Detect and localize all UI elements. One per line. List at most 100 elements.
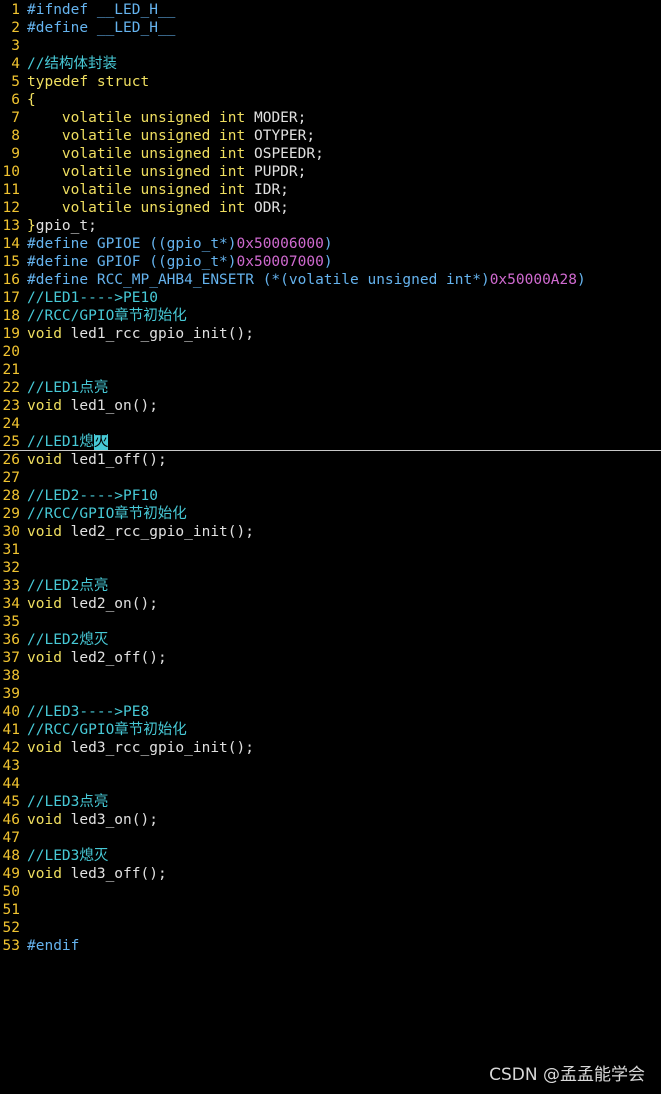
line-code[interactable]: //结构体封装: [27, 56, 117, 72]
code-line[interactable]: 18 //RCC/GPIO章节初始化: [0, 307, 661, 325]
line-code[interactable]: //RCC/GPIO章节初始化: [27, 308, 187, 324]
code-line[interactable]: 40 //LED3---->PE8: [0, 703, 661, 721]
line-number: 25: [2, 434, 20, 450]
line-code[interactable]: void led2_off();: [27, 650, 167, 666]
code-line[interactable]: 32: [0, 559, 661, 577]
code-line[interactable]: 49 void led3_off();: [0, 865, 661, 883]
code-line[interactable]: 50: [0, 883, 661, 901]
line-code[interactable]: void led1_on();: [27, 398, 158, 414]
code-line[interactable]: 33 //LED2点亮: [0, 577, 661, 595]
line-code[interactable]: volatile unsigned int IDR;: [27, 182, 289, 198]
line-code[interactable]: volatile unsigned int ODR;: [27, 200, 289, 216]
line-code[interactable]: void led2_on();: [27, 596, 158, 612]
line-number: 52: [2, 920, 20, 936]
line-code[interactable]: #define GPIOE ((gpio_t*)0x50006000): [27, 236, 333, 252]
line-code[interactable]: void led1_rcc_gpio_init();: [27, 326, 254, 342]
line-code[interactable]: volatile unsigned int PUPDR;: [27, 164, 306, 180]
line-code[interactable]: #define __LED_H__: [27, 20, 175, 36]
code-line[interactable]: 21: [0, 361, 661, 379]
line-code[interactable]: void led2_rcc_gpio_init();: [27, 524, 254, 540]
code-token: //LED2点亮: [27, 578, 109, 594]
line-code[interactable]: //RCC/GPIO章节初始化: [27, 506, 187, 522]
code-line[interactable]: 29 //RCC/GPIO章节初始化: [0, 505, 661, 523]
code-line[interactable]: 38: [0, 667, 661, 685]
code-line[interactable]: 9 volatile unsigned int OSPEEDR;: [0, 145, 661, 163]
code-line[interactable]: 6{: [0, 91, 661, 109]
code-line[interactable]: 53 #endif: [0, 937, 661, 955]
code-line[interactable]: 8 volatile unsigned int OTYPER;: [0, 127, 661, 145]
line-code[interactable]: //LED1点亮: [27, 380, 108, 396]
line-code[interactable]: //LED3熄灭: [27, 848, 108, 864]
code-line[interactable]: 34 void led2_on();: [0, 595, 661, 613]
code-line[interactable]: 14 #define GPIOE ((gpio_t*)0x50006000): [0, 235, 661, 253]
line-number: 34: [2, 596, 20, 612]
code-line[interactable]: 42 void led3_rcc_gpio_init();: [0, 739, 661, 757]
code-line[interactable]: 27: [0, 469, 661, 487]
line-code[interactable]: #define RCC_MP_AHB4_ENSETR (*(volatile u…: [27, 272, 586, 288]
code-line[interactable]: 41 //RCC/GPIO章节初始化: [0, 721, 661, 739]
code-line[interactable]: 24: [0, 415, 661, 433]
code-line[interactable]: 20: [0, 343, 661, 361]
code-line[interactable]: 28 //LED2---->PF10: [0, 487, 661, 505]
line-code[interactable]: //RCC/GPIO章节初始化: [27, 722, 187, 738]
line-code[interactable]: void led3_off();: [27, 866, 167, 882]
code-line[interactable]: 22 //LED1点亮: [0, 379, 661, 397]
code-line-current[interactable]: 25 //LED1熄灭: [0, 433, 661, 451]
line-code[interactable]: void led3_rcc_gpio_init();: [27, 740, 254, 756]
code-token: PUPDR;: [245, 164, 307, 180]
code-line[interactable]: 51: [0, 901, 661, 919]
code-line[interactable]: 4 //结构体封装: [0, 55, 661, 73]
line-code[interactable]: //LED2点亮: [27, 578, 108, 594]
code-line[interactable]: 10 volatile unsigned int PUPDR;: [0, 163, 661, 181]
code-line[interactable]: 43: [0, 757, 661, 775]
line-code[interactable]: volatile unsigned int OTYPER;: [27, 128, 315, 144]
code-line[interactable]: 3: [0, 37, 661, 55]
line-code[interactable]: //LED1---->PE10: [27, 290, 158, 306]
code-line[interactable]: 7 volatile unsigned int MODER;: [0, 109, 661, 127]
line-code[interactable]: volatile unsigned int OSPEEDR;: [27, 146, 324, 162]
code-line[interactable]: 45 //LED3点亮: [0, 793, 661, 811]
code-line[interactable]: 11 volatile unsigned int IDR;: [0, 181, 661, 199]
code-line[interactable]: 12 volatile unsigned int ODR;: [0, 199, 661, 217]
line-code[interactable]: //LED3---->PE8: [27, 704, 149, 720]
code-line[interactable]: 23 void led1_on();: [0, 397, 661, 415]
code-line[interactable]: 36 //LED2熄灭: [0, 631, 661, 649]
line-code[interactable]: }gpio_t;: [27, 218, 97, 234]
line-code[interactable]: //LED2熄灭: [27, 632, 108, 648]
line-code[interactable]: #endif: [27, 938, 79, 954]
line-code[interactable]: #ifndef __LED_H__: [27, 2, 175, 18]
line-code[interactable]: //LED3点亮: [27, 794, 108, 810]
code-token: volatile unsigned int: [61, 128, 246, 144]
code-line[interactable]: 30 void led2_rcc_gpio_init();: [0, 523, 661, 541]
code-line[interactable]: 15 #define GPIOF ((gpio_t*)0x50007000): [0, 253, 661, 271]
code-token: //LED2熄灭: [27, 632, 109, 648]
code-line[interactable]: 46 void led3_on();: [0, 811, 661, 829]
line-code[interactable]: #define GPIOF ((gpio_t*)0x50007000): [27, 254, 333, 270]
code-line[interactable]: 48 //LED3熄灭: [0, 847, 661, 865]
code-line[interactable]: 52: [0, 919, 661, 937]
code-line[interactable]: 19 void led1_rcc_gpio_init();: [0, 325, 661, 343]
code-line[interactable]: 5 typedef struct: [0, 73, 661, 91]
code-line[interactable]: 35: [0, 613, 661, 631]
code-token: led3_off();: [61, 866, 167, 882]
code-line[interactable]: 39: [0, 685, 661, 703]
line-code[interactable]: void led1_off();: [27, 452, 167, 468]
line-code[interactable]: //LED2---->PF10: [27, 488, 158, 504]
code-line[interactable]: 2 #define __LED_H__: [0, 19, 661, 37]
code-line[interactable]: 47: [0, 829, 661, 847]
code-line[interactable]: 17 //LED1---->PE10: [0, 289, 661, 307]
code-line[interactable]: 31: [0, 541, 661, 559]
code-line[interactable]: 44: [0, 775, 661, 793]
line-code[interactable]: typedef struct: [27, 74, 149, 90]
code-editor[interactable]: 1 #ifndef __LED_H__ 2 #define __LED_H__ 3 4//…: [0, 1, 661, 955]
code-token: volatile unsigned int: [61, 146, 246, 162]
line-code[interactable]: void led3_on();: [27, 812, 158, 828]
code-line[interactable]: 26 void led1_off();: [0, 451, 661, 469]
line-code[interactable]: volatile unsigned int MODER;: [27, 110, 306, 126]
line-code[interactable]: //LED1熄灭: [27, 434, 109, 450]
code-line[interactable]: 13}gpio_t;: [0, 217, 661, 235]
code-line[interactable]: 16 #define RCC_MP_AHB4_ENSETR (*(volatile…: [0, 271, 661, 289]
line-code[interactable]: {: [27, 92, 36, 108]
code-line[interactable]: 1 #ifndef __LED_H__: [0, 1, 661, 19]
code-line[interactable]: 37 void led2_off();: [0, 649, 661, 667]
